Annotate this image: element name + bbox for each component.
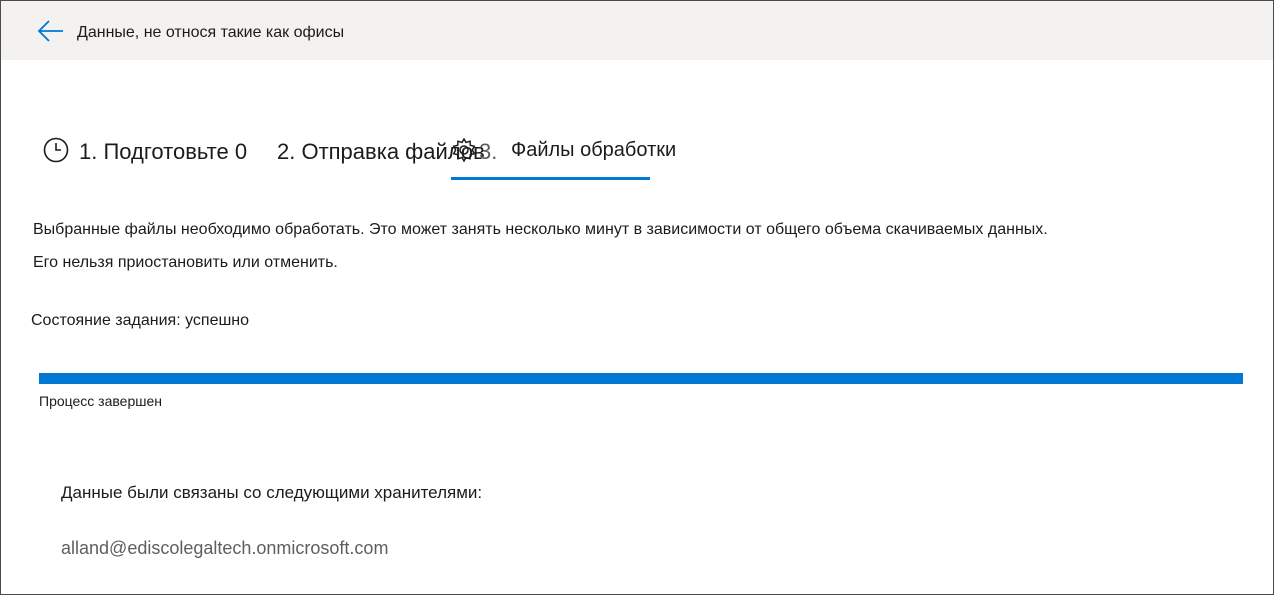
page-title: Данные, не относя такие как офисы [77, 24, 345, 41]
progress-bar [39, 373, 1243, 384]
step-1-label: 1. Подготовьте 0 [79, 139, 248, 164]
description-line-2: Его нельзя приостановить или отменить. [33, 254, 338, 271]
step-3-number: 3. [479, 139, 498, 164]
header-bar: Данные, не относя такие как офисы [1, 1, 1273, 60]
custodian-email: alland@ediscolegaltech.onmicrosoft.com [61, 538, 389, 558]
gear-icon [451, 137, 477, 163]
active-step-underline [451, 177, 650, 180]
arrow-left-icon[interactable] [37, 19, 65, 43]
description-line-1: Выбранные файлы необходимо обработать. Э… [33, 221, 1048, 238]
step-indicator: 1. Подготовьте 0 2. Отправка файлов 3. Ф… [1, 129, 1273, 185]
progress-label: Процесс завершен [39, 393, 162, 409]
wizard-panel: Данные, не относя такие как офисы 1. Под… [0, 0, 1274, 595]
clock-icon [43, 137, 69, 163]
custodians-heading: Данные были связаны со следующими хранит… [61, 483, 483, 502]
step-3-label: Файлы обработки [511, 139, 677, 161]
progress-bar-fill [39, 373, 1243, 384]
job-status: Состояние задания: успешно [31, 312, 250, 329]
